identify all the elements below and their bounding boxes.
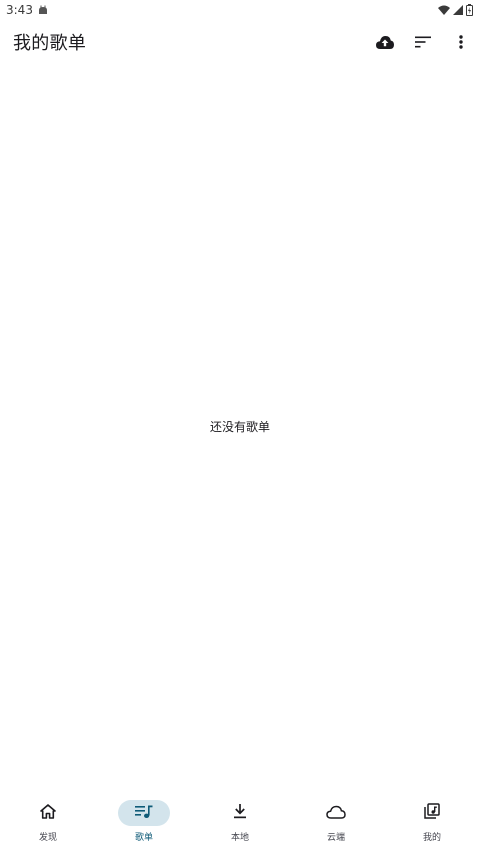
download-icon xyxy=(233,803,247,823)
nav-item-cloud[interactable]: 云端 xyxy=(288,790,384,853)
cloud-upload-button[interactable] xyxy=(366,20,404,64)
nav-label-playlists: 歌单 xyxy=(134,833,153,843)
library-music-icon xyxy=(424,803,440,823)
screen: 3:43 我的歌单 还没有歌单 发现 歌单 本地 云端 我的 xyxy=(0,0,480,853)
more-vert-icon xyxy=(459,35,463,49)
cloud-icon xyxy=(326,804,346,823)
wifi-icon xyxy=(438,5,450,15)
app-actions xyxy=(366,20,480,64)
empty-state-message: 还没有歌单 xyxy=(209,420,270,434)
page-title: 我的歌单 xyxy=(13,33,87,54)
more-options-button[interactable] xyxy=(442,20,480,64)
bottom-navigation: 发现 歌单 本地 云端 我的 xyxy=(0,790,480,853)
nav-item-mine[interactable]: 我的 xyxy=(384,790,480,853)
nav-item-discover[interactable]: 发现 xyxy=(0,790,96,853)
nav-label-mine: 我的 xyxy=(422,833,441,843)
status-left: 3:43 xyxy=(6,3,48,17)
signal-icon xyxy=(453,5,463,15)
home-icon xyxy=(40,803,56,823)
status-time: 3:43 xyxy=(6,3,33,17)
cloud-upload-icon xyxy=(375,34,395,50)
status-right xyxy=(438,4,473,16)
nav-indicator xyxy=(22,800,74,826)
nav-indicator xyxy=(310,800,362,826)
sort-icon xyxy=(415,36,431,48)
nav-indicator xyxy=(214,800,266,826)
nav-item-playlists[interactable]: 歌单 xyxy=(96,790,192,853)
nav-label-local: 本地 xyxy=(230,833,249,843)
status-bar: 3:43 xyxy=(0,0,480,20)
sort-button[interactable] xyxy=(404,20,442,64)
nav-label-discover: 发现 xyxy=(38,833,57,843)
battery-icon xyxy=(466,4,473,16)
nav-indicator-active xyxy=(118,800,170,826)
queue-music-icon xyxy=(135,804,153,823)
app-bar: 我的歌单 xyxy=(0,20,480,64)
nav-indicator xyxy=(406,800,458,826)
android-notification-icon xyxy=(38,5,48,15)
nav-label-cloud: 云端 xyxy=(326,833,345,843)
nav-item-local[interactable]: 本地 xyxy=(192,790,288,853)
